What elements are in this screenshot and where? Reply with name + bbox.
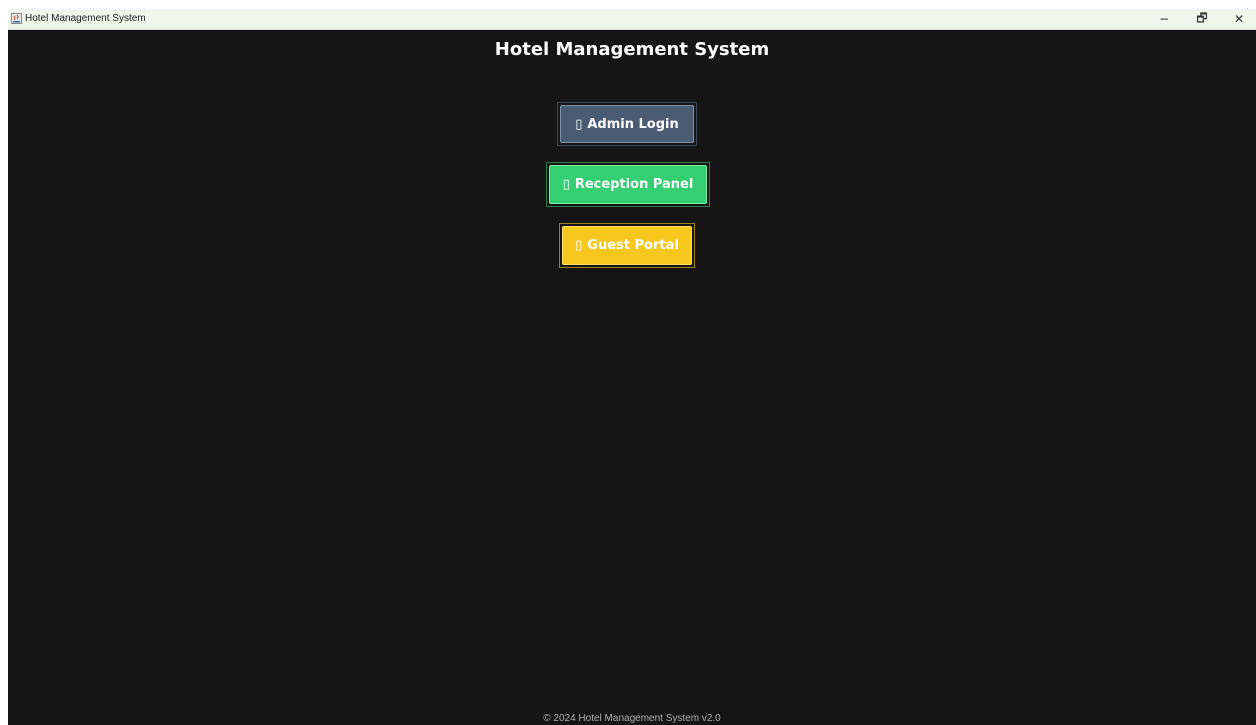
reception-panel-label: Reception Panel [574, 177, 694, 192]
maximize-button[interactable]: 🗗 [1183, 9, 1221, 29]
reception-panel-button[interactable]: ▯ Reception Panel [549, 165, 707, 204]
missing-glyph-icon: ▯ [562, 177, 570, 192]
window-title: Hotel Management System [25, 13, 146, 24]
window-titlebar[interactable]: Hotel Management System − 🗗 ✕ [8, 9, 1256, 30]
admin-login-label: Admin Login [587, 116, 679, 132]
admin-login-button[interactable]: ▯ Admin Login [560, 105, 694, 143]
minimize-button[interactable]: − [1145, 9, 1183, 29]
page-title: Hotel Management System [494, 39, 770, 60]
java-app-icon [11, 13, 22, 24]
minimize-icon: − [1158, 12, 1170, 26]
reception-panel-focus-ring: ▯ Reception Panel [546, 162, 710, 207]
guest-portal-button[interactable]: ▯ Guest Portal [562, 226, 692, 265]
guest-portal-focus-ring: ▯ Guest Portal [559, 223, 695, 268]
admin-login-focus-ring: ▯ Admin Login [557, 102, 697, 146]
missing-glyph-icon: ▯ [575, 116, 583, 132]
restore-icon: 🗗 [1196, 10, 1208, 25]
guest-portal-label: Guest Portal [587, 238, 679, 253]
close-button[interactable]: ✕ [1220, 9, 1256, 29]
missing-glyph-icon: ▯ [575, 238, 583, 253]
close-icon: ✕ [1233, 12, 1245, 26]
main-panel: Hotel Management System ▯ Admin Login ▯ … [8, 30, 1256, 725]
footer-copyright: © 2024 Hotel Management System v2.0 [543, 713, 721, 724]
